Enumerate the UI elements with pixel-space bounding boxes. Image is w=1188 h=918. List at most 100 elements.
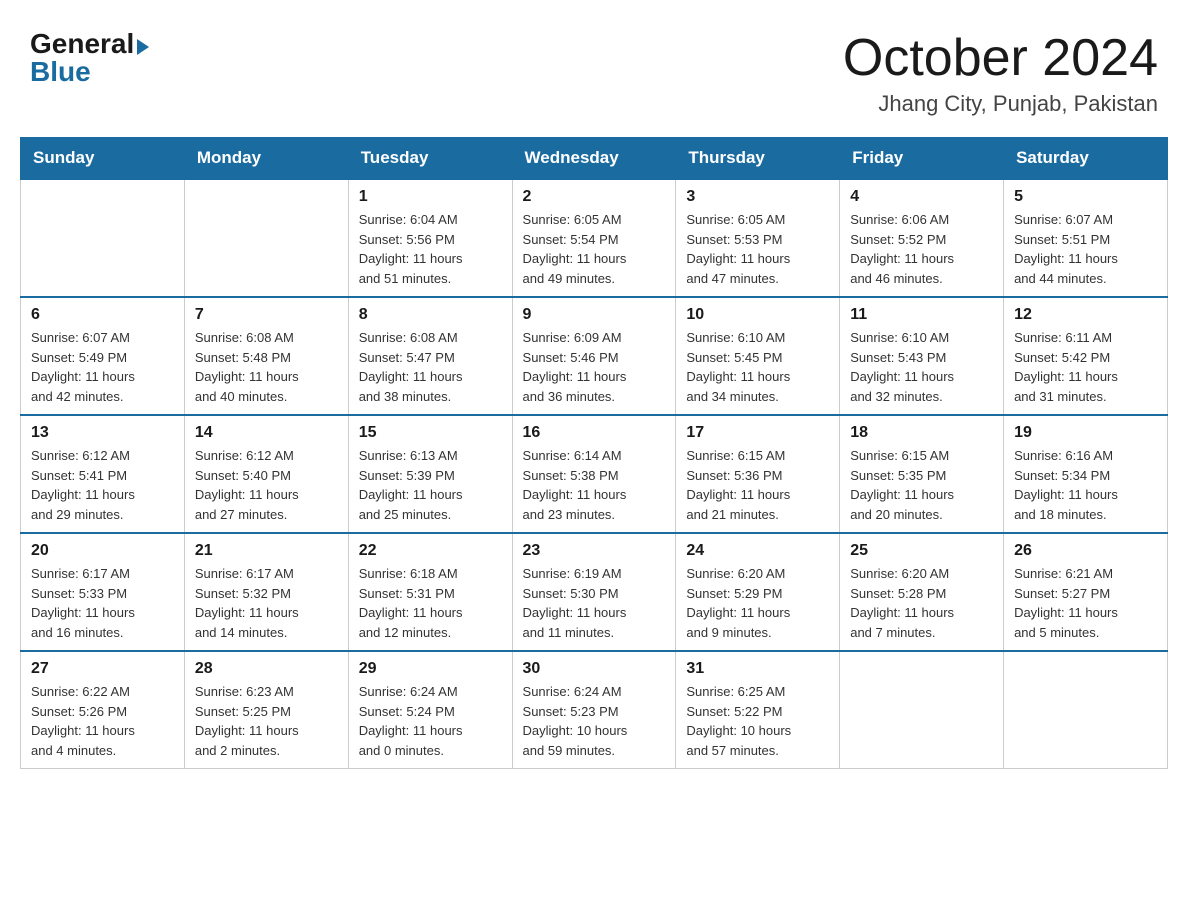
day-info: Sunrise: 6:13 AM Sunset: 5:39 PM Dayligh… bbox=[359, 446, 502, 524]
day-number: 11 bbox=[850, 306, 993, 324]
day-info: Sunrise: 6:19 AM Sunset: 5:30 PM Dayligh… bbox=[523, 564, 666, 642]
calendar-cell: 6 Sunrise: 6:07 AM Sunset: 5:49 PM Daylig… bbox=[21, 297, 185, 415]
calendar-cell: 28Sunrise: 6:23 AM Sunset: 5:25 PM Dayli… bbox=[184, 651, 348, 769]
day-info: Sunrise: 6:15 AM Sunset: 5:35 PM Dayligh… bbox=[850, 446, 993, 524]
week-row-3: 13 Sunrise: 6:12 AM Sunset: 5:41 PM Dayli… bbox=[21, 415, 1168, 533]
location: Jhang City, Punjab, Pakistan bbox=[843, 91, 1158, 117]
day-info: Sunrise: 6:22 AM Sunset: 5:26 PM Dayligh… bbox=[31, 682, 174, 760]
day-number: 14 bbox=[195, 424, 338, 442]
day-number: 1 bbox=[359, 188, 502, 206]
day-number: 20 bbox=[31, 542, 174, 560]
week-row-2: 6 Sunrise: 6:07 AM Sunset: 5:49 PM Daylig… bbox=[21, 297, 1168, 415]
day-info: Sunrise: 6:04 AM Sunset: 5:56 PM Dayligh… bbox=[359, 210, 502, 288]
day-info: Sunrise: 6:07 AM Sunset: 5:49 PM Dayligh… bbox=[31, 328, 174, 406]
header-sunday: Sunday bbox=[21, 138, 185, 180]
day-number: 16 bbox=[523, 424, 666, 442]
calendar-cell: 10 Sunrise: 6:10 AM Sunset: 5:45 PM Dayli… bbox=[676, 297, 840, 415]
day-info: Sunrise: 6:05 AM Sunset: 5:53 PM Dayligh… bbox=[686, 210, 829, 288]
day-number: 4 bbox=[850, 188, 993, 206]
calendar-cell bbox=[21, 179, 185, 297]
day-info: Sunrise: 6:12 AM Sunset: 5:40 PM Dayligh… bbox=[195, 446, 338, 524]
day-number: 25 bbox=[850, 542, 993, 560]
day-number: 18 bbox=[850, 424, 993, 442]
calendar-cell: 2 Sunrise: 6:05 AM Sunset: 5:54 PM Daylig… bbox=[512, 179, 676, 297]
day-number: 10 bbox=[686, 306, 829, 324]
calendar-cell: 11 Sunrise: 6:10 AM Sunset: 5:43 PM Dayli… bbox=[840, 297, 1004, 415]
calendar-cell: 22 Sunrise: 6:18 AM Sunset: 5:31 PM Dayli… bbox=[348, 533, 512, 651]
day-info: Sunrise: 6:24 AM Sunset: 5:24 PM Dayligh… bbox=[359, 682, 502, 760]
day-info: Sunrise: 6:25 AM Sunset: 5:22 PM Dayligh… bbox=[686, 682, 829, 760]
logo-text: General bbox=[30, 30, 149, 58]
calendar-cell bbox=[840, 651, 1004, 769]
day-number: 30 bbox=[523, 660, 666, 678]
day-number: 22 bbox=[359, 542, 502, 560]
day-number: 9 bbox=[523, 306, 666, 324]
week-row-4: 20 Sunrise: 6:17 AM Sunset: 5:33 PM Dayli… bbox=[21, 533, 1168, 651]
calendar-cell: 26 Sunrise: 6:21 AM Sunset: 5:27 PM Dayli… bbox=[1004, 533, 1168, 651]
calendar-cell: 30 Sunrise: 6:24 AM Sunset: 5:23 PM Dayli… bbox=[512, 651, 676, 769]
day-info: Sunrise: 6:07 AM Sunset: 5:51 PM Dayligh… bbox=[1014, 210, 1157, 288]
day-info: Sunrise: 6:16 AM Sunset: 5:34 PM Dayligh… bbox=[1014, 446, 1157, 524]
calendar-cell: 16 Sunrise: 6:14 AM Sunset: 5:38 PM Dayli… bbox=[512, 415, 676, 533]
day-number: 13 bbox=[31, 424, 174, 442]
week-row-5: 27 Sunrise: 6:22 AM Sunset: 5:26 PM Dayli… bbox=[21, 651, 1168, 769]
day-number: 15 bbox=[359, 424, 502, 442]
calendar-cell bbox=[184, 179, 348, 297]
day-info: Sunrise: 6:05 AM Sunset: 5:54 PM Dayligh… bbox=[523, 210, 666, 288]
day-info: Sunrise: 6:06 AM Sunset: 5:52 PM Dayligh… bbox=[850, 210, 993, 288]
calendar-cell: 5 Sunrise: 6:07 AM Sunset: 5:51 PM Daylig… bbox=[1004, 179, 1168, 297]
day-info: Sunrise: 6:15 AM Sunset: 5:36 PM Dayligh… bbox=[686, 446, 829, 524]
calendar-cell: 8 Sunrise: 6:08 AM Sunset: 5:47 PM Daylig… bbox=[348, 297, 512, 415]
calendar-cell: 17Sunrise: 6:15 AM Sunset: 5:36 PM Dayli… bbox=[676, 415, 840, 533]
day-number: 3 bbox=[686, 188, 829, 206]
week-row-1: 1 Sunrise: 6:04 AM Sunset: 5:56 PM Daylig… bbox=[21, 179, 1168, 297]
calendar-cell: 7 Sunrise: 6:08 AM Sunset: 5:48 PM Daylig… bbox=[184, 297, 348, 415]
day-number: 2 bbox=[523, 188, 666, 206]
header-thursday: Thursday bbox=[676, 138, 840, 180]
calendar-cell: 31 Sunrise: 6:25 AM Sunset: 5:22 PM Dayli… bbox=[676, 651, 840, 769]
day-number: 12 bbox=[1014, 306, 1157, 324]
calendar-cell: 14 Sunrise: 6:12 AM Sunset: 5:40 PM Dayli… bbox=[184, 415, 348, 533]
header-saturday: Saturday bbox=[1004, 138, 1168, 180]
day-number: 5 bbox=[1014, 188, 1157, 206]
day-number: 26 bbox=[1014, 542, 1157, 560]
day-number: 23 bbox=[523, 542, 666, 560]
calendar-cell: 13 Sunrise: 6:12 AM Sunset: 5:41 PM Dayli… bbox=[21, 415, 185, 533]
calendar-cell: 23 Sunrise: 6:19 AM Sunset: 5:30 PM Dayli… bbox=[512, 533, 676, 651]
day-info: Sunrise: 6:12 AM Sunset: 5:41 PM Dayligh… bbox=[31, 446, 174, 524]
calendar-cell: 29Sunrise: 6:24 AM Sunset: 5:24 PM Dayli… bbox=[348, 651, 512, 769]
logo-arrow-icon bbox=[137, 39, 149, 55]
title-section: October 2024 Jhang City, Punjab, Pakista… bbox=[843, 30, 1158, 117]
logo-blue: Blue bbox=[30, 56, 91, 87]
day-info: Sunrise: 6:24 AM Sunset: 5:23 PM Dayligh… bbox=[523, 682, 666, 760]
page-header: General Blue October 2024 Jhang City, Pu… bbox=[20, 20, 1168, 117]
day-info: Sunrise: 6:08 AM Sunset: 5:48 PM Dayligh… bbox=[195, 328, 338, 406]
day-number: 7 bbox=[195, 306, 338, 324]
day-number: 27 bbox=[31, 660, 174, 678]
day-info: Sunrise: 6:17 AM Sunset: 5:33 PM Dayligh… bbox=[31, 564, 174, 642]
day-info: Sunrise: 6:23 AM Sunset: 5:25 PM Dayligh… bbox=[195, 682, 338, 760]
logo: General Blue bbox=[30, 30, 149, 86]
calendar-cell: 9Sunrise: 6:09 AM Sunset: 5:46 PM Daylig… bbox=[512, 297, 676, 415]
day-number: 19 bbox=[1014, 424, 1157, 442]
calendar-cell: 19 Sunrise: 6:16 AM Sunset: 5:34 PM Dayli… bbox=[1004, 415, 1168, 533]
header-tuesday: Tuesday bbox=[348, 138, 512, 180]
day-info: Sunrise: 6:20 AM Sunset: 5:29 PM Dayligh… bbox=[686, 564, 829, 642]
calendar-table: Sunday Monday Tuesday Wednesday Thursday… bbox=[20, 137, 1168, 769]
day-number: 6 bbox=[31, 306, 174, 324]
logo-blue-text: Blue bbox=[30, 58, 91, 86]
calendar-cell: 25Sunrise: 6:20 AM Sunset: 5:28 PM Dayli… bbox=[840, 533, 1004, 651]
day-number: 21 bbox=[195, 542, 338, 560]
header-friday: Friday bbox=[840, 138, 1004, 180]
day-info: Sunrise: 6:10 AM Sunset: 5:43 PM Dayligh… bbox=[850, 328, 993, 406]
day-info: Sunrise: 6:08 AM Sunset: 5:47 PM Dayligh… bbox=[359, 328, 502, 406]
day-number: 31 bbox=[686, 660, 829, 678]
day-info: Sunrise: 6:10 AM Sunset: 5:45 PM Dayligh… bbox=[686, 328, 829, 406]
day-info: Sunrise: 6:11 AM Sunset: 5:42 PM Dayligh… bbox=[1014, 328, 1157, 406]
day-info: Sunrise: 6:17 AM Sunset: 5:32 PM Dayligh… bbox=[195, 564, 338, 642]
day-info: Sunrise: 6:18 AM Sunset: 5:31 PM Dayligh… bbox=[359, 564, 502, 642]
day-info: Sunrise: 6:21 AM Sunset: 5:27 PM Dayligh… bbox=[1014, 564, 1157, 642]
calendar-cell: 27 Sunrise: 6:22 AM Sunset: 5:26 PM Dayli… bbox=[21, 651, 185, 769]
day-info: Sunrise: 6:14 AM Sunset: 5:38 PM Dayligh… bbox=[523, 446, 666, 524]
day-number: 8 bbox=[359, 306, 502, 324]
